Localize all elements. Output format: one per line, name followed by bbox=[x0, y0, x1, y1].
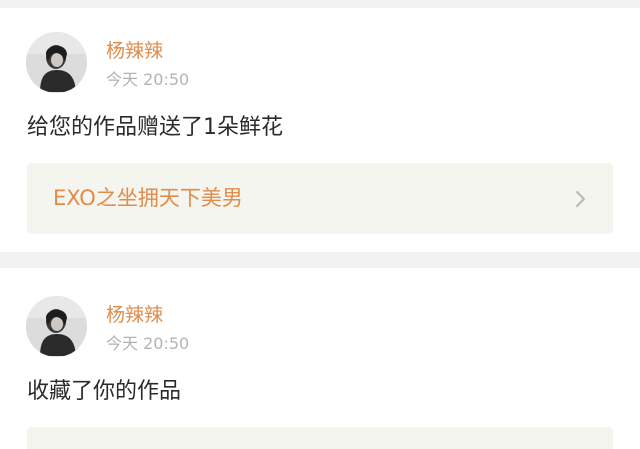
notification-message: 给您的作品赠送了1朵鲜花 bbox=[27, 115, 283, 140]
avatar[interactable] bbox=[26, 32, 87, 93]
user-name[interactable]: 杨辣辣 bbox=[106, 42, 163, 61]
avatar-photo bbox=[26, 32, 87, 93]
timestamp: 今天 20:50 bbox=[106, 334, 190, 353]
avatar[interactable] bbox=[26, 296, 87, 357]
work-link[interactable] bbox=[27, 427, 613, 449]
chevron-right-icon bbox=[576, 191, 585, 207]
notification-message: 收藏了你的作品 bbox=[27, 379, 182, 404]
work-title: EXO之坐拥天下美男 bbox=[53, 186, 243, 210]
user-name[interactable]: 杨辣辣 bbox=[106, 306, 163, 325]
notification-card: 杨辣辣 今天 20:50 收藏了你的作品 bbox=[0, 268, 640, 449]
work-link[interactable]: EXO之坐拥天下美男 bbox=[27, 163, 613, 234]
avatar-photo bbox=[26, 296, 87, 357]
timestamp: 今天 20:50 bbox=[106, 70, 190, 89]
notification-card: 杨辣辣 今天 20:50 给您的作品赠送了1朵鲜花 EXO之坐拥天下美男 bbox=[0, 8, 640, 252]
notification-feed: 杨辣辣 今天 20:50 给您的作品赠送了1朵鲜花 EXO之坐拥天下美男 杨辣辣… bbox=[0, 0, 640, 449]
